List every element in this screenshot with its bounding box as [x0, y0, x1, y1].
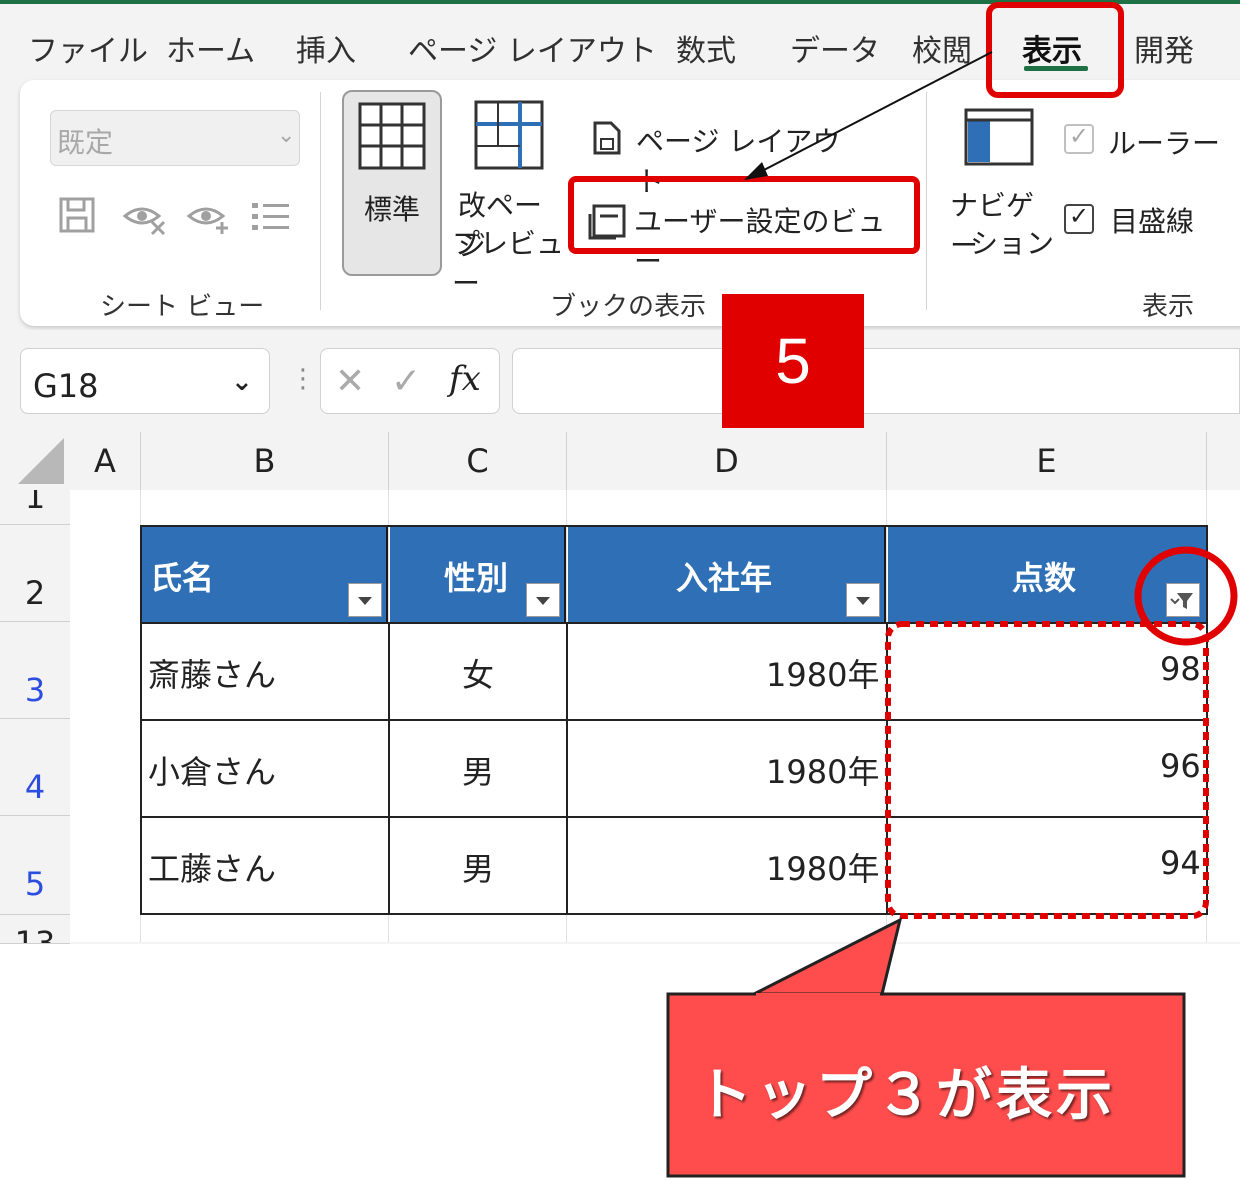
annotation-overlay [666, 51, 1238, 1178]
callout-text: トップ３が表示 [696, 1063, 1116, 1128]
